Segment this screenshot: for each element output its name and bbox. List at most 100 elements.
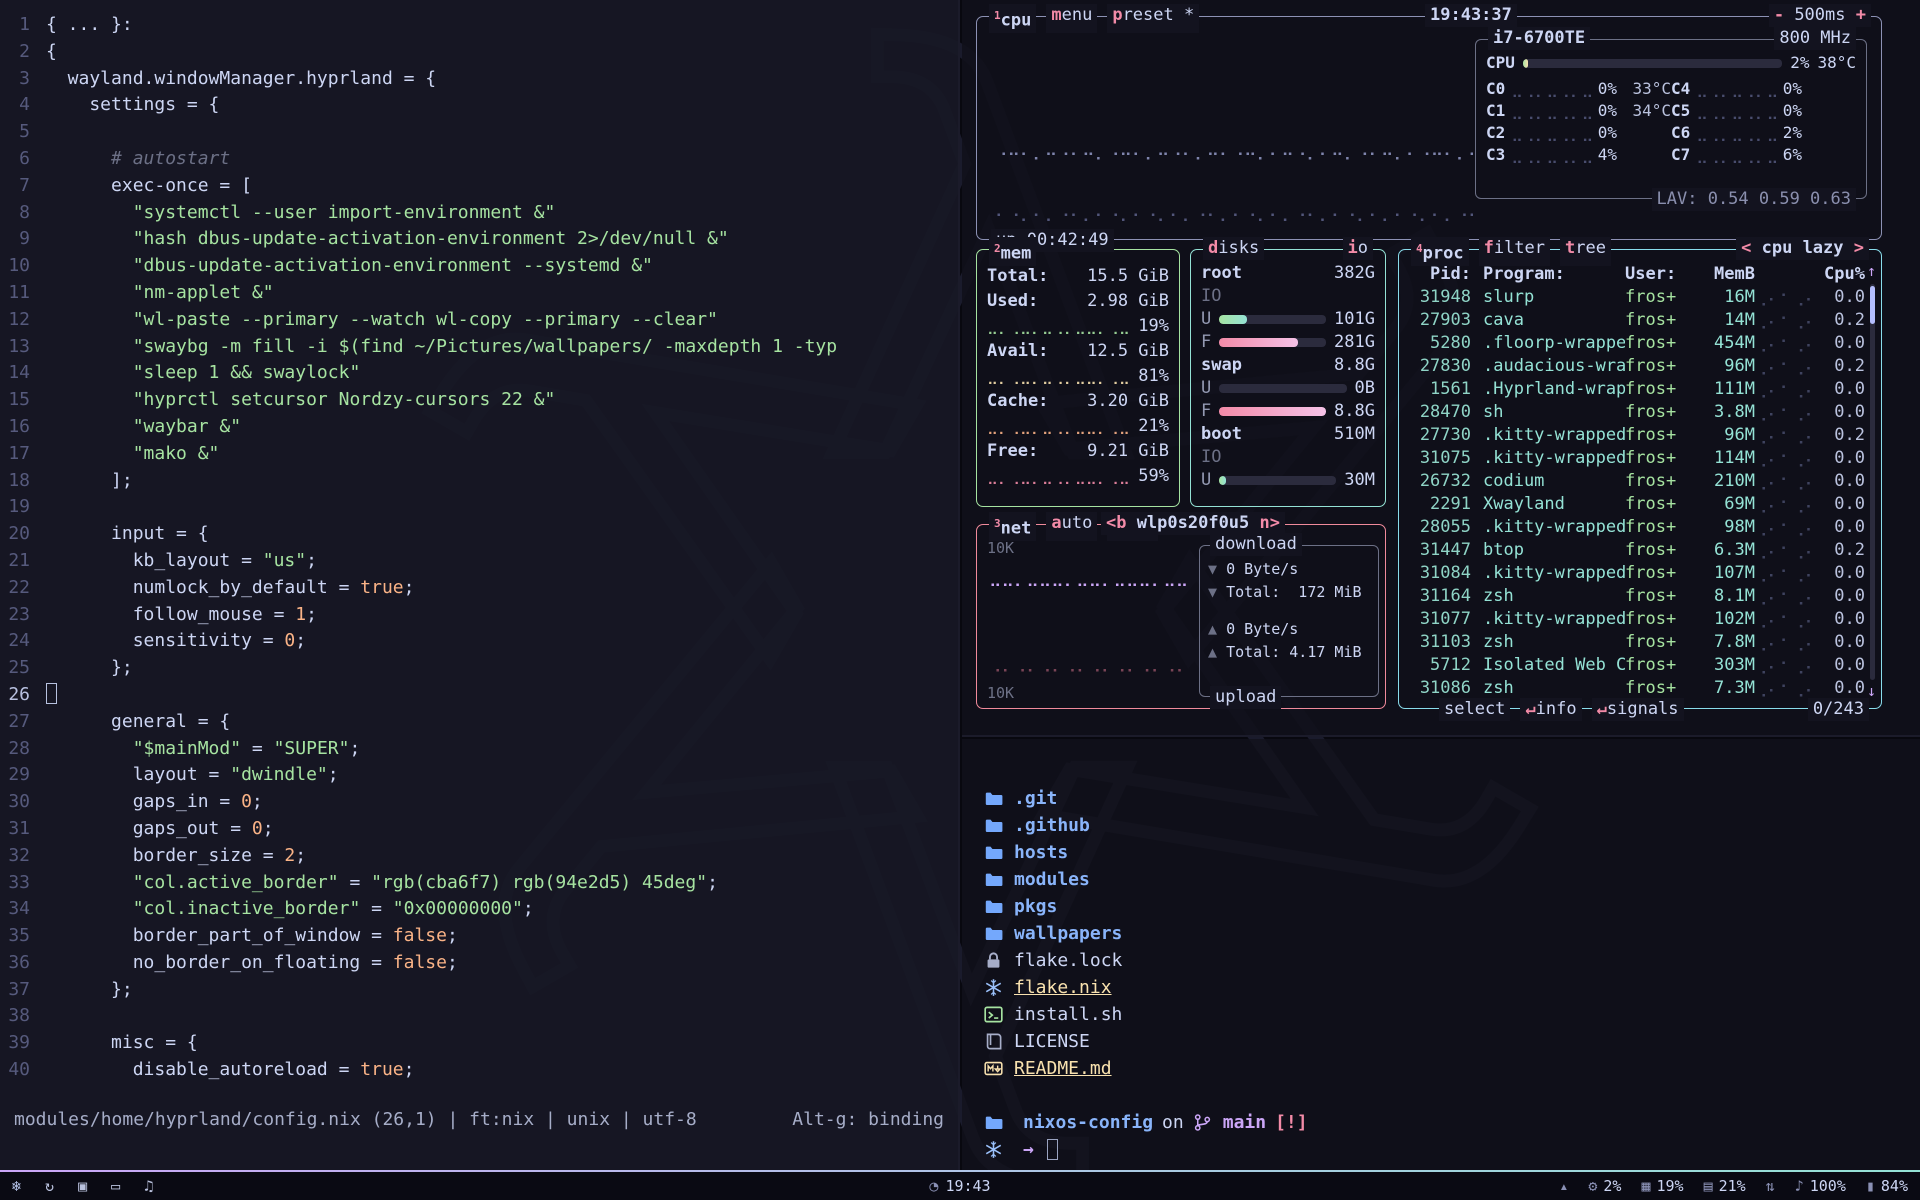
proc-scrollbar-track[interactable] bbox=[1870, 284, 1875, 680]
editor-line[interactable]: 19 bbox=[0, 494, 958, 521]
scroll-up-indicator[interactable]: ↑ bbox=[1867, 262, 1876, 280]
clipboard-icon[interactable]: ▣ bbox=[78, 1177, 87, 1195]
editor-line[interactable]: 29 layout = "dwindle"; bbox=[0, 762, 958, 789]
editor-line[interactable]: 28 "$mainMod" = "SUPER"; bbox=[0, 736, 958, 763]
editor-line[interactable]: 4 settings = { bbox=[0, 92, 958, 119]
process-cpu: 0.0 bbox=[1813, 332, 1865, 355]
editor-line[interactable]: 3 wayland.windowManager.hyprland = { bbox=[0, 66, 958, 93]
btop-pane[interactable]: 1cpu menu preset * 19:43:37 - 500ms + ⠐⠒… bbox=[962, 0, 1920, 737]
editor-line[interactable]: 27 general = { bbox=[0, 709, 958, 736]
proc-filter-button[interactable]: filter bbox=[1479, 237, 1550, 266]
process-row[interactable]: 31077.kitty-wrappedfros+102M⢀⠄⠂⢀⠄⠂0.0 bbox=[1409, 608, 1865, 631]
waybar-module-disk[interactable]: ▤21% bbox=[1704, 1177, 1746, 1195]
cpu-menu-button[interactable]: menu bbox=[1046, 4, 1097, 33]
editor-line[interactable]: 38 bbox=[0, 1003, 958, 1030]
process-row[interactable]: 31084.kitty-wrappedfros+107M⢀⠄⠂⢀⠄⠂0.0 bbox=[1409, 562, 1865, 585]
process-row[interactable]: 31075.kitty-wrappedfros+114M⢀⠄⠂⢀⠄⠂0.0 bbox=[1409, 447, 1865, 470]
proc-sort-selector[interactable]: < cpu lazy > bbox=[1736, 237, 1869, 260]
column-memb[interactable]: MemB bbox=[1691, 262, 1755, 286]
media-icon[interactable]: ♫ bbox=[144, 1177, 153, 1195]
waybar-clock[interactable]: ◔ 19:43 bbox=[929, 1177, 990, 1195]
editor-line[interactable]: 12 "wl-paste --primary --watch wl-copy -… bbox=[0, 307, 958, 334]
editor-line[interactable]: 16 "waybar &" bbox=[0, 414, 958, 441]
terminal-pane[interactable]: .git.githubhostsmodulespkgswallpapersfla… bbox=[962, 739, 1920, 1170]
reload-icon[interactable]: ↻ bbox=[45, 1177, 54, 1195]
cpu-preset-button[interactable]: preset * bbox=[1107, 4, 1199, 33]
process-row[interactable]: 27903cavafros+14M⢀⠄⠂⢀⠄⠂0.2 bbox=[1409, 309, 1865, 332]
waybar-module-cpu[interactable]: ⚙2% bbox=[1588, 1177, 1621, 1195]
process-row[interactable]: 28055.kitty-wrappedfros+98M⢀⠄⠂⢀⠄⠂0.0 bbox=[1409, 516, 1865, 539]
editor-line[interactable]: 35 border_part_of_window = false; bbox=[0, 923, 958, 950]
editor-line[interactable]: 34 "col.inactive_border" = "0x00000000"; bbox=[0, 896, 958, 923]
waybar-module-battery[interactable]: ▮84% bbox=[1866, 1177, 1908, 1195]
process-row[interactable]: 31948slurpfros+16M⢀⠄⠂⢀⠄⠂0.0 bbox=[1409, 286, 1865, 309]
editor-line[interactable]: 36 no_border_on_floating = false; bbox=[0, 950, 958, 977]
tray-expander-icon[interactable]: ▴ bbox=[1559, 1177, 1568, 1195]
editor-line[interactable]: 33 "col.active_border" = "rgb(cba6f7) rg… bbox=[0, 870, 958, 897]
editor-line[interactable]: 1{ ... }: bbox=[0, 12, 958, 39]
net-auto-toggle[interactable]: auto bbox=[1046, 512, 1097, 541]
editor-line[interactable]: 9 "hash dbus-update-activation-environme… bbox=[0, 226, 958, 253]
waybar-module-network[interactable]: ⇅ bbox=[1766, 1177, 1775, 1195]
process-row[interactable]: 31086zshfros+7.3M⢀⠄⠂⢀⠄⠂0.0 bbox=[1409, 677, 1865, 700]
process-row[interactable]: 31164zshfros+8.1M⢀⠄⠂⢀⠄⠂0.0 bbox=[1409, 585, 1865, 608]
waybar-module-volume[interactable]: ♪100% bbox=[1795, 1177, 1846, 1195]
editor-line[interactable]: 22 numlock_by_default = true; bbox=[0, 575, 958, 602]
column-cpu[interactable]: Cpu% bbox=[1813, 262, 1865, 286]
process-row[interactable]: 28470shfros+3.8M⢀⠄⠂⢀⠄⠂0.0 bbox=[1409, 401, 1865, 424]
process-row[interactable]: 27730.kitty-wrappedfros+96M⢀⠄⠂⢀⠄⠂0.2 bbox=[1409, 424, 1865, 447]
update-interval-control[interactable]: - 500ms + bbox=[1769, 4, 1871, 27]
proc-signals-hint[interactable]: ↵signals bbox=[1592, 698, 1684, 721]
editor-pane[interactable]: 1{ ... }:2{3 wayland.windowManager.hyprl… bbox=[0, 0, 960, 1170]
editor-line[interactable]: 6 # autostart bbox=[0, 146, 958, 173]
process-row[interactable]: 31103zshfros+7.8M⢀⠄⠂⢀⠄⠂0.0 bbox=[1409, 631, 1865, 654]
editor-line[interactable]: 24 sensitivity = 0; bbox=[0, 628, 958, 655]
btop-net-box[interactable]: 3net auto zero <b wlp0s20f0u5 n> 10K 10K… bbox=[976, 524, 1386, 709]
btop-cpu-box[interactable]: 1cpu menu preset * 19:43:37 - 500ms + ⠐⠒… bbox=[976, 16, 1882, 240]
shell-input-line[interactable]: → bbox=[984, 1136, 1920, 1163]
proc-select-hint[interactable]: select bbox=[1439, 698, 1510, 721]
process-row[interactable]: 5712Isolated Web Cfros+303M⢀⠄⠂⢀⠄⠂0.0 bbox=[1409, 654, 1865, 677]
process-row[interactable]: 1561.Hyprland-wrapfros+111M⢀⠄⠂⢀⠄⠂0.0 bbox=[1409, 378, 1865, 401]
editor-line[interactable]: 20 input = { bbox=[0, 521, 958, 548]
process-row[interactable]: 31447btopfros+6.3M⢀⠄⠂⢀⠄⠂0.2 bbox=[1409, 539, 1865, 562]
editor-line[interactable]: 32 border_size = 2; bbox=[0, 843, 958, 870]
btop-disks-box[interactable]: disks io root382GIOU101GF281Gswap8.8GU0B… bbox=[1190, 249, 1386, 507]
editor-line[interactable]: 39 misc = { bbox=[0, 1030, 958, 1057]
editor-line[interactable]: 17 "mako &" bbox=[0, 441, 958, 468]
editor-line[interactable]: 31 gaps_out = 0; bbox=[0, 816, 958, 843]
process-row[interactable]: 5280.floorp-wrappefros+454M⢀⠄⠂⢀⠄⠂0.0 bbox=[1409, 332, 1865, 355]
nixos-menu-icon[interactable]: ❄ bbox=[12, 1177, 21, 1195]
editor-line[interactable]: 30 gaps_in = 0; bbox=[0, 789, 958, 816]
editor-line[interactable]: 8 "systemctl --user import-environment &… bbox=[0, 200, 958, 227]
editor-line[interactable]: 26 bbox=[0, 682, 958, 709]
editor-line[interactable]: 2{ bbox=[0, 39, 958, 66]
process-row[interactable]: 27830.audacious-wrafros+96M⢀⠄⠂⢀⠄⠂0.2 bbox=[1409, 355, 1865, 378]
editor-line[interactable]: 7 exec-once = [ bbox=[0, 173, 958, 200]
editor-line[interactable]: 14 "sleep 1 && swaylock" bbox=[0, 360, 958, 387]
display-icon[interactable]: ▭ bbox=[111, 1177, 120, 1195]
proc-scrollbar-thumb[interactable] bbox=[1870, 286, 1875, 324]
process-row[interactable]: 2291Xwaylandfros+69M⢀⠄⠂⢀⠄⠂0.0 bbox=[1409, 493, 1865, 516]
net-interface-selector[interactable]: <b wlp0s20f0u5 n> bbox=[1101, 512, 1285, 535]
waybar-module-memory[interactable]: ▦19% bbox=[1641, 1177, 1683, 1195]
editor-line[interactable]: 40 disable_autoreload = true; bbox=[0, 1057, 958, 1084]
process-row[interactable]: 26732codiumfros+210M⢀⠄⠂⢀⠄⠂0.0 bbox=[1409, 470, 1865, 493]
editor-line[interactable]: 37 }; bbox=[0, 977, 958, 1004]
proc-info-hint[interactable]: ↵info bbox=[1520, 698, 1581, 721]
editor-line[interactable]: 25 }; bbox=[0, 655, 958, 682]
editor-line[interactable]: 15 "hyprctl setcursor Nordzy-cursors 22 … bbox=[0, 387, 958, 414]
disks-io-toggle[interactable]: io bbox=[1343, 237, 1374, 260]
editor-line[interactable]: 11 "nm-applet &" bbox=[0, 280, 958, 307]
line-number: 40 bbox=[0, 1057, 46, 1084]
editor-line[interactable]: 10 "dbus-update-activation-environment -… bbox=[0, 253, 958, 280]
proc-tree-button[interactable]: tree bbox=[1560, 237, 1611, 266]
editor-line[interactable]: 23 follow_mouse = 1; bbox=[0, 602, 958, 629]
editor-line[interactable]: 18 ]; bbox=[0, 468, 958, 495]
editor-line[interactable]: 21 kb_layout = "us"; bbox=[0, 548, 958, 575]
editor-line[interactable]: 5 bbox=[0, 119, 958, 146]
column-user[interactable]: User: bbox=[1625, 262, 1691, 286]
btop-proc-box[interactable]: 4proc filter tree < cpu lazy > Pid: Prog… bbox=[1398, 249, 1882, 709]
btop-mem-box[interactable]: 2mem Total:15.5 GiBUsed:2.98 GiB⣀⡀⢀⣀⡀⣀⢀⡀… bbox=[976, 249, 1180, 507]
editor-line[interactable]: 13 "swaybg -m fill -i $(find ~/Pictures/… bbox=[0, 334, 958, 361]
